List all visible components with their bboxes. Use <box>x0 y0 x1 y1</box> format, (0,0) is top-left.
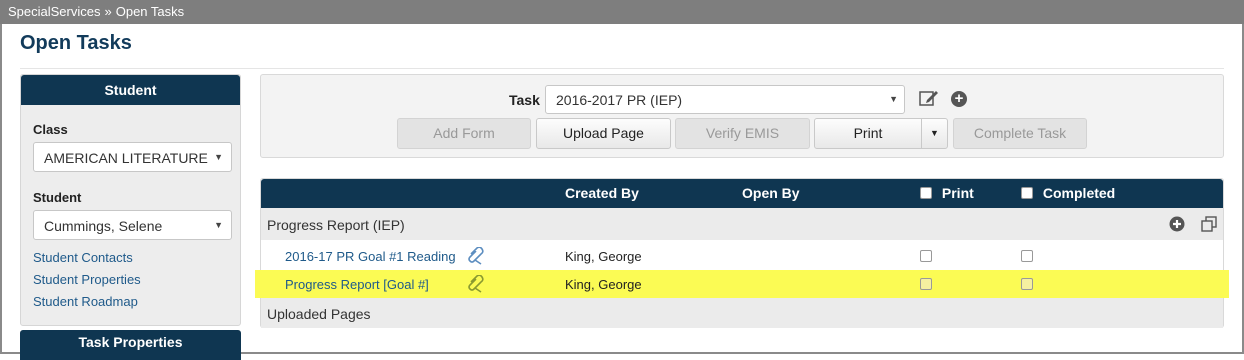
breadcrumb-current: Open Tasks <box>115 4 185 19</box>
column-completed: Completed <box>1021 185 1115 201</box>
chevron-down-icon: ▼ <box>214 220 223 230</box>
add-form-button[interactable]: Add Form <box>397 118 531 149</box>
column-print: Print <box>920 185 974 201</box>
completed-checkbox[interactable] <box>1021 250 1033 262</box>
copy-icon[interactable] <box>1201 216 1217 232</box>
breadcrumb: SpecialServices» Open Tasks <box>0 0 1244 24</box>
tasks-table: Created By Open By Print Completed Progr… <box>255 178 1229 328</box>
print-button[interactable]: Print <box>814 118 922 149</box>
group-title: Uploaded Pages <box>267 306 371 322</box>
table-header: Created By Open By Print Completed <box>261 179 1223 208</box>
class-label: Class <box>33 122 68 137</box>
group-row: Progress Report (IEP) <box>261 208 1223 240</box>
task-select-value: 2016-2017 PR (IEP) <box>556 92 683 108</box>
complete-task-button[interactable]: Complete Task <box>953 118 1087 149</box>
caret-down-icon: ▼ <box>930 128 939 138</box>
created-by: King, George <box>565 249 642 264</box>
attachment-icon[interactable] <box>467 275 485 293</box>
attachment-icon[interactable] <box>467 247 485 265</box>
task-select[interactable]: 2016-2017 PR (IEP) ▼ <box>545 85 905 114</box>
breadcrumb-separator: » <box>104 4 112 19</box>
print-checkbox[interactable] <box>920 278 932 290</box>
chevron-down-icon: ▼ <box>214 152 223 162</box>
student-panel: Student Class AMERICAN LITERATURE ▼ Stud… <box>20 74 241 326</box>
edit-icon[interactable] <box>919 89 939 107</box>
print-dropdown-toggle[interactable]: ▼ <box>921 118 948 149</box>
student-roadmap-link[interactable]: Student Roadmap <box>33 294 138 309</box>
completed-column-label: Completed <box>1042 185 1116 201</box>
group-row: Uploaded Pages <box>261 298 1223 328</box>
student-properties-link[interactable]: Student Properties <box>33 272 141 287</box>
student-select-value: Cummings, Selene <box>44 218 163 234</box>
print-all-checkbox[interactable] <box>920 187 932 199</box>
breadcrumb-root[interactable]: SpecialServices <box>8 4 101 19</box>
student-label: Student <box>33 190 82 205</box>
chevron-down-icon: ▼ <box>889 94 898 104</box>
table-row[interactable]: 2016-17 PR Goal #1 Reading King, George <box>261 242 1223 270</box>
group-title: Progress Report (IEP) <box>267 217 405 233</box>
completed-checkbox[interactable] <box>1021 278 1033 290</box>
verify-emis-button[interactable]: Verify EMIS <box>675 118 810 149</box>
table-row[interactable]: Progress Report [Goal #] King, George <box>255 270 1229 298</box>
class-select[interactable]: AMERICAN LITERATURE ▼ <box>33 142 232 172</box>
upload-page-button[interactable]: Upload Page <box>536 118 671 149</box>
created-by: King, George <box>565 277 642 292</box>
class-select-value: AMERICAN LITERATURE <box>44 150 208 166</box>
print-checkbox[interactable] <box>920 250 932 262</box>
add-task-icon[interactable]: + <box>951 91 967 107</box>
print-column-label: Print <box>941 185 974 201</box>
task-form-link[interactable]: Progress Report [Goal #] <box>285 277 429 292</box>
student-contacts-link[interactable]: Student Contacts <box>33 250 133 265</box>
task-label: Task <box>509 92 540 108</box>
completed-all-checkbox[interactable] <box>1021 187 1033 199</box>
title-divider <box>20 68 1224 69</box>
column-open-by: Open By <box>742 185 800 201</box>
column-created-by: Created By <box>565 185 639 201</box>
task-form-link[interactable]: 2016-17 PR Goal #1 Reading <box>285 249 456 264</box>
page-title: Open Tasks <box>20 32 132 54</box>
student-panel-header: Student <box>21 75 240 105</box>
task-properties-header[interactable]: Task Properties <box>20 330 241 360</box>
add-circle-icon[interactable] <box>1169 216 1185 232</box>
student-select[interactable]: Cummings, Selene ▼ <box>33 210 232 240</box>
task-toolbar: Task 2016-2017 PR (IEP) ▼ + Add Form Upl… <box>260 74 1224 158</box>
